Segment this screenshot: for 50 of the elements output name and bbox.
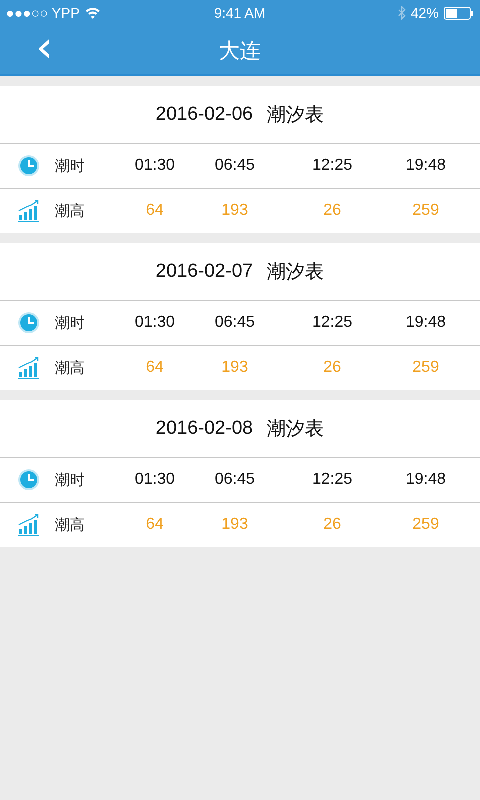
row-label: 潮时: [55, 470, 86, 490]
carrier-text: ●●●○○ YPP: [6, 5, 80, 21]
tide-time: 12:25: [312, 157, 353, 175]
tide-height: 26: [324, 359, 342, 377]
tide-height: 259: [412, 202, 440, 220]
bar-chart-icon: [18, 200, 40, 222]
row-label: 潮高: [55, 358, 86, 378]
tide-height: 193: [222, 516, 248, 534]
tide-time: 06:45: [214, 157, 256, 175]
table-title: 潮汐表: [267, 102, 324, 128]
date-text: 2016-02-06: [156, 104, 254, 126]
table-title: 潮汐表: [267, 260, 324, 284]
back-button[interactable]: ‹: [0, 26, 54, 76]
row-label: 潮高: [55, 202, 86, 220]
tide-height: 26: [324, 202, 342, 220]
tide-height: 259: [412, 516, 440, 534]
tide-time: 06:45: [214, 471, 256, 489]
tide-time: 01:30: [134, 157, 176, 175]
clock-time: 9:41 AM: [214, 5, 266, 21]
wifi-icon: [84, 7, 101, 19]
tide-height: 64: [146, 359, 164, 377]
battery-percent: 42%: [410, 5, 439, 21]
tide-time: 19:48: [406, 471, 446, 489]
tide-height: 64: [146, 516, 164, 534]
clock-icon: [18, 155, 40, 177]
tide-time: 06:45: [214, 314, 256, 332]
bluetooth-icon: [398, 6, 406, 20]
tide-time: 19:48: [406, 314, 446, 332]
battery-icon: [444, 6, 474, 20]
page-title: 大连: [218, 38, 262, 65]
row-label: 潮时: [55, 156, 86, 176]
tide-height: 193: [222, 202, 248, 220]
tide-time: 01:30: [134, 314, 176, 332]
clock-icon: [18, 469, 40, 491]
row-label: 潮高: [55, 516, 86, 534]
row-label: 潮时: [55, 314, 86, 332]
clock-icon: [18, 312, 40, 334]
tide-height: 64: [146, 202, 164, 220]
tide-height: 193: [222, 359, 248, 377]
table-title: 潮汐表: [267, 416, 324, 442]
date-text: 2016-02-07: [156, 260, 254, 282]
tide-time: 12:25: [312, 314, 353, 332]
date-text: 2016-02-08: [156, 418, 254, 440]
tide-height: 26: [324, 516, 342, 534]
bar-chart-icon: [18, 514, 40, 536]
bar-chart-icon: [18, 357, 40, 379]
tide-time: 01:30: [134, 471, 176, 489]
tide-time: 12:25: [312, 471, 353, 489]
tide-height: 259: [412, 359, 440, 377]
tide-time: 19:48: [406, 157, 446, 175]
